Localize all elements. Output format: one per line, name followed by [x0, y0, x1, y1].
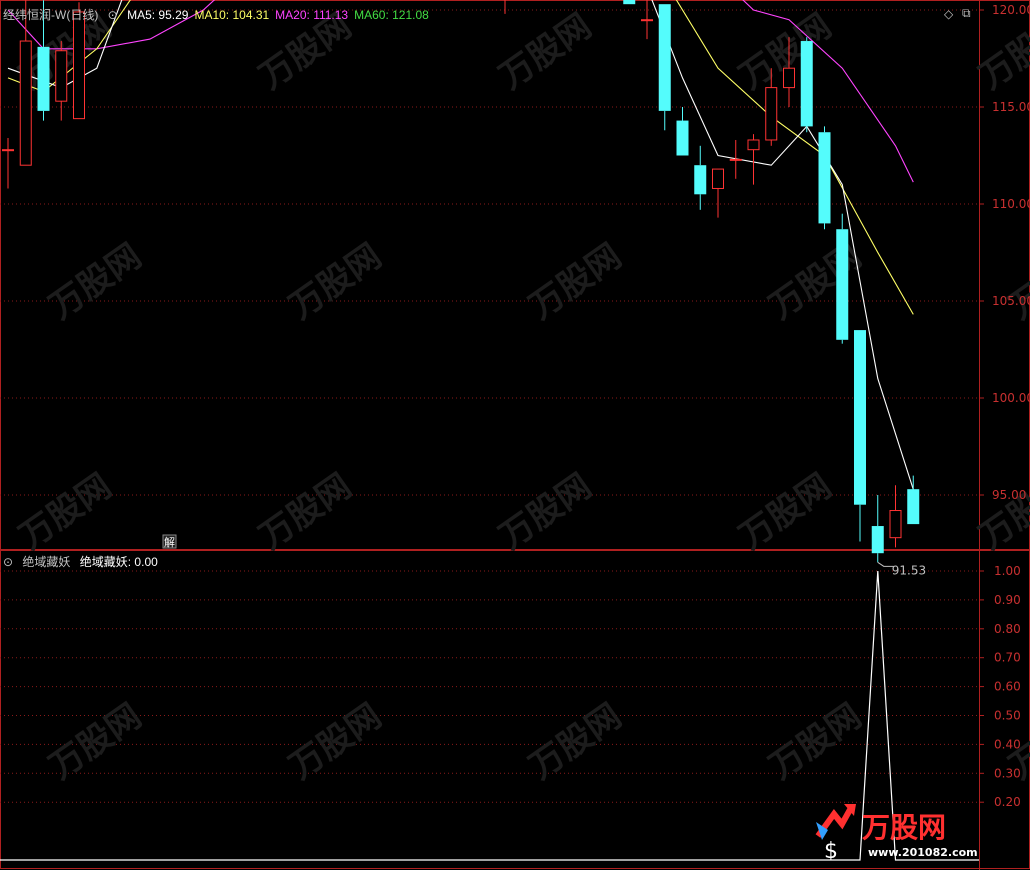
candle [641, 0, 653, 40]
candle-body [55, 50, 68, 102]
watermark-mark: 万股网 [42, 236, 148, 327]
candle-body [818, 132, 831, 224]
indicator-title: 绝域藏妖 [22, 555, 71, 569]
candle [694, 145, 707, 210]
candle [676, 107, 689, 156]
candle-body [729, 158, 742, 161]
watermark-mark: 万股网 [12, 466, 118, 557]
watermark-mark: 万股网 [282, 236, 388, 327]
candle [623, 0, 636, 5]
sub-tick-label: 0.50 [994, 709, 1021, 723]
candle [658, 4, 671, 131]
watermarks: 万股网 万股网 万股网 万股网万股网 万股网 万股网 万股网 万股网万股网 万股网 万股网 万股网万… [12, 6, 1030, 787]
ma20-line [7, 0, 914, 183]
ma-label-1: MA10: 104.31 [194, 8, 270, 22]
sub-tick-label: 0.60 [994, 680, 1021, 694]
settings-icon[interactable]: ⊙ [3, 555, 13, 569]
y-tick-label: 115.00 [992, 100, 1030, 114]
brand-url: www.201082.com [868, 846, 978, 859]
brand-logo: 万股网 [862, 811, 947, 844]
candle-body [765, 87, 778, 141]
diamond-icon[interactable]: ◇ [944, 7, 953, 21]
candle [2, 138, 14, 189]
chart-canvas: 万股网 万股网 万股网 万股网万股网 万股网 万股网 万股网 万股网万股网 万股网 万股网 万股网万… [0, 0, 1030, 870]
candle-body [623, 0, 636, 5]
candle [854, 330, 866, 542]
y-tick-label: 105.00 [992, 294, 1030, 308]
candle-body [889, 510, 902, 539]
window-icon[interactable]: ⧉ [962, 6, 971, 21]
candle [871, 495, 884, 563]
candle [729, 139, 742, 179]
ma-label-2: MA20: 111.13 [275, 8, 349, 22]
candle-body [2, 149, 14, 152]
candle-body [694, 165, 707, 195]
sub-tick-label: 0.40 [994, 737, 1021, 751]
stock-title: 经纬恒润-W(日线) [3, 8, 99, 22]
main-header: 经纬恒润-W(日线) ⊙ MA5: 95.29 MA10: 104.31 MA20:… [3, 6, 441, 23]
sub-tick-label: 1.00 [994, 564, 1021, 578]
candle-body [783, 67, 795, 89]
y-tick-label: 95.00 [992, 488, 1026, 502]
unlock-marker: 解 [162, 534, 177, 549]
candle-body [836, 229, 849, 340]
ma-label-3: MA60: 121.08 [354, 8, 429, 22]
candle-body [854, 330, 866, 505]
ma-label-0: MA5: 95.29 [127, 8, 189, 22]
candle-body [712, 168, 724, 189]
svg-text:$: $ [824, 839, 838, 860]
watermark-mark: 万股网 [1002, 236, 1030, 327]
candle [55, 41, 68, 121]
price-axis: 95.00100.00105.00110.00115.00120.00125.0… [979, 3, 1030, 809]
sub-tick-label: 0.20 [994, 795, 1021, 809]
settings-icon[interactable]: ⊙ [108, 8, 118, 22]
candle [504, 0, 506, 14]
watermark-mark: 万股网 [972, 466, 1030, 557]
indicator-value: 绝域藏妖: 0.00 [79, 555, 158, 569]
candle-body [73, 11, 85, 120]
main-grid [0, 0, 1030, 870]
sub-tick-label: 0.90 [994, 593, 1021, 607]
candle [889, 485, 902, 548]
sub-tick-label: 0.70 [994, 651, 1021, 665]
candle-body [907, 489, 920, 525]
candle [800, 37, 813, 133]
y-tick-label: 100.00 [992, 391, 1030, 405]
sub-header: ⊙ 绝域藏妖 绝域藏妖: 0.00 [3, 553, 164, 570]
sub-tick-label: 0.30 [994, 766, 1021, 780]
brand-arrow-icon: $ [814, 800, 858, 864]
candle-body [747, 139, 760, 151]
candle [818, 126, 831, 230]
watermark-mark: 万股网 [522, 236, 628, 327]
candle [747, 134, 760, 185]
watermark-mark: 万股网 [732, 466, 838, 557]
candle-body [37, 46, 50, 111]
ma-legend: MA5: 95.29 MA10: 104.31 MA20: 111.13 MA60: … [127, 8, 435, 22]
watermark-mark: 万股网 [492, 6, 598, 97]
candle [907, 475, 920, 525]
candle-body [871, 526, 884, 554]
candle-body [641, 19, 653, 22]
low-annotation: 91.53 [892, 563, 926, 577]
y-tick-label: 110.00 [992, 197, 1030, 211]
watermark-mark: 万股网 [972, 6, 1030, 97]
candle-body [800, 41, 813, 127]
sub-tick-label: 0.80 [994, 622, 1021, 636]
candle-body [658, 4, 671, 111]
unlock-text: 解 [164, 535, 175, 549]
candle-body [676, 120, 689, 156]
watermark-mark: 万股网 [252, 466, 358, 557]
watermark-mark: 万股网 [762, 236, 868, 327]
y-tick-label: 120.00 [992, 3, 1030, 17]
candle [836, 213, 849, 344]
candle-body [19, 40, 32, 166]
watermark-mark: 万股网 [492, 466, 598, 557]
candle [712, 168, 724, 218]
